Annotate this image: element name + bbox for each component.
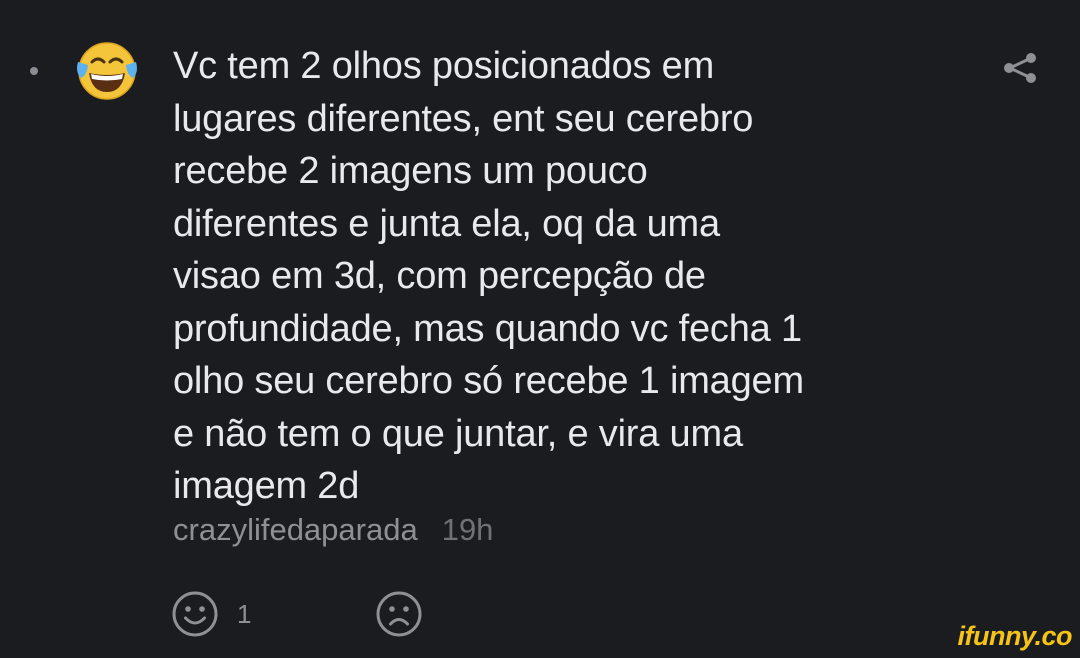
- ifunny-watermark: ifunny.co: [957, 621, 1073, 651]
- comment-line: diferentes e junta ela, oq da uma: [173, 202, 720, 245]
- comment-line: visao em 3d, com percepção de: [173, 255, 706, 297]
- comment-text: Vc tem 2 olhos posicionados em lugares d…: [173, 40, 953, 513]
- comment-line: recebe 2 imagens um pouco: [173, 150, 648, 192]
- comment-meta: crazylifedaparada 19h: [173, 512, 493, 548]
- share-icon[interactable]: [1000, 50, 1040, 86]
- smile-icon: [172, 591, 218, 637]
- sad-reaction-button[interactable]: [375, 590, 423, 638]
- comment-line: lugares diferentes, ent seu cerebro: [173, 97, 754, 140]
- face-with-tears-of-joy-icon[interactable]: [73, 37, 141, 105]
- comment-line: profundidade, mas quando vc fecha 1: [173, 307, 802, 350]
- sad-face-icon: [376, 591, 422, 637]
- comment-line: e não tem o que juntar, e vira uma: [173, 412, 743, 455]
- username-link[interactable]: crazylifedaparada: [173, 512, 418, 547]
- smile-reaction-button[interactable]: 1: [171, 590, 251, 638]
- smile-count: 1: [237, 598, 252, 629]
- comment-line: imagem 2d: [173, 465, 360, 507]
- comment-line: Vc tem 2 olhos posicionados em: [173, 45, 715, 87]
- bullet-dot: [30, 67, 38, 75]
- comment-line: olho seu cerebro só recebe 1 imagem: [173, 360, 804, 402]
- timestamp: 19h: [441, 512, 494, 547]
